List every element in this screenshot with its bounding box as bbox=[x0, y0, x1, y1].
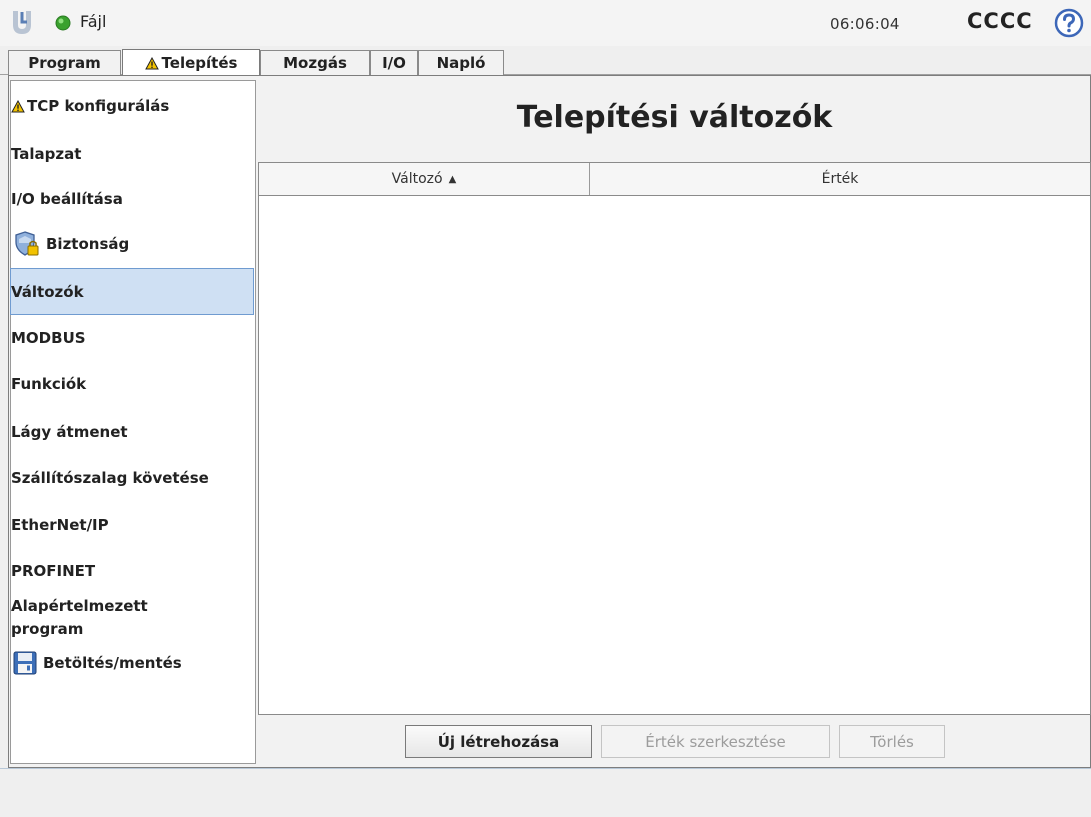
sidebar-item-label: Szállítószalag követése bbox=[11, 469, 209, 487]
column-header-variable[interactable]: Változó ▲ bbox=[259, 163, 590, 195]
column-header-value[interactable]: Érték bbox=[590, 163, 1090, 195]
sidebar-item-label: Lágy átmenet bbox=[11, 423, 128, 441]
sidebar-item-tcp-config[interactable]: TCP konfigurálás bbox=[11, 93, 255, 119]
page-title: Telepítési változók bbox=[516, 100, 833, 135]
sidebar-item-load-save[interactable]: Betöltés/mentés bbox=[11, 648, 255, 678]
sidebar-item-ethernet-ip[interactable]: EtherNet/IP bbox=[11, 512, 255, 538]
sidebar-item-label: Változók bbox=[11, 282, 84, 301]
tab-program[interactable]: Program bbox=[8, 50, 121, 75]
ur-logo-icon bbox=[13, 11, 31, 34]
tab-io[interactable]: I/O bbox=[370, 50, 418, 75]
sidebar-item-label: Talapzat bbox=[11, 145, 82, 163]
sidebar-item-label: MODBUS bbox=[11, 329, 86, 347]
floppy-disk-icon bbox=[13, 651, 37, 675]
sidebar-item-label: Alapértelmezett bbox=[11, 597, 148, 615]
sidebar-item-mounting[interactable]: Talapzat bbox=[11, 141, 255, 167]
delete-button[interactable]: Törlés bbox=[839, 725, 945, 758]
create-new-button[interactable]: Új létrehozása bbox=[405, 725, 592, 758]
sidebar-item-safety[interactable]: Biztonság bbox=[11, 229, 255, 259]
robot-name: CCCC bbox=[967, 9, 1033, 33]
sidebar-item-label: EtherNet/IP bbox=[11, 516, 109, 534]
safety-shield-lock-icon bbox=[15, 231, 39, 256]
sidebar-item-features[interactable]: Funkciók bbox=[11, 371, 255, 397]
footer-divider bbox=[0, 768, 1091, 769]
warning-icon bbox=[144, 56, 159, 69]
sidebar-item-label: PROFINET bbox=[11, 562, 96, 580]
tab-log[interactable]: Napló bbox=[418, 50, 504, 75]
sort-ascending-icon: ▲ bbox=[448, 173, 457, 185]
tab-label: Program bbox=[28, 54, 101, 72]
button-label: Érték szerkesztése bbox=[645, 732, 786, 751]
sidebar-item-variables[interactable]: Változók bbox=[10, 268, 254, 315]
sidebar-item-io-setup[interactable]: I/O beállítása bbox=[11, 186, 255, 212]
sidebar-item-profinet[interactable]: PROFINET bbox=[11, 558, 255, 584]
help-icon[interactable] bbox=[1054, 8, 1084, 38]
sidebar-item-label: Biztonság bbox=[46, 235, 130, 253]
installation-sidebar: TCP konfigurálás Talapzat I/O beállítása… bbox=[10, 80, 256, 764]
column-header-label: Változó bbox=[391, 171, 443, 187]
tab-label: Mozgás bbox=[283, 54, 347, 72]
sidebar-item-conveyor-tracking[interactable]: Szállítószalag követése bbox=[11, 465, 255, 491]
tab-move[interactable]: Mozgás bbox=[260, 50, 370, 75]
top-bar: Fájl 06:06:04 CCCC bbox=[0, 0, 1091, 46]
sidebar-item-label: program bbox=[11, 620, 84, 638]
tab-label: Telepítés bbox=[161, 54, 238, 72]
button-label: Új létrehozása bbox=[437, 732, 560, 751]
tab-label: I/O bbox=[382, 54, 406, 72]
robot-status-icon[interactable] bbox=[55, 15, 71, 31]
sidebar-item-smooth-transition[interactable]: Lágy átmenet bbox=[11, 419, 255, 445]
sidebar-item-default-program[interactable]: Alapértelmezett program bbox=[11, 593, 255, 643]
sidebar-item-label: Funkciók bbox=[11, 375, 87, 393]
sidebar-item-label: Betöltés/mentés bbox=[43, 654, 182, 672]
edit-value-button[interactable]: Érték szerkesztése bbox=[601, 725, 830, 758]
column-header-label: Érték bbox=[821, 171, 859, 187]
clock: 06:06:04 bbox=[830, 15, 900, 33]
sidebar-item-label: TCP konfigurálás bbox=[27, 97, 170, 115]
button-label: Törlés bbox=[870, 732, 914, 751]
variables-table[interactable]: Változó ▲ Érték bbox=[258, 162, 1091, 715]
table-header: Változó ▲ Érték bbox=[259, 163, 1090, 196]
tab-installation[interactable]: Telepítés bbox=[122, 49, 260, 76]
file-menu[interactable]: Fájl bbox=[80, 12, 106, 31]
tab-label: Napló bbox=[436, 54, 486, 72]
warning-icon bbox=[11, 99, 25, 112]
sidebar-item-modbus[interactable]: MODBUS bbox=[11, 325, 255, 351]
sidebar-item-label: I/O beállítása bbox=[11, 190, 123, 208]
